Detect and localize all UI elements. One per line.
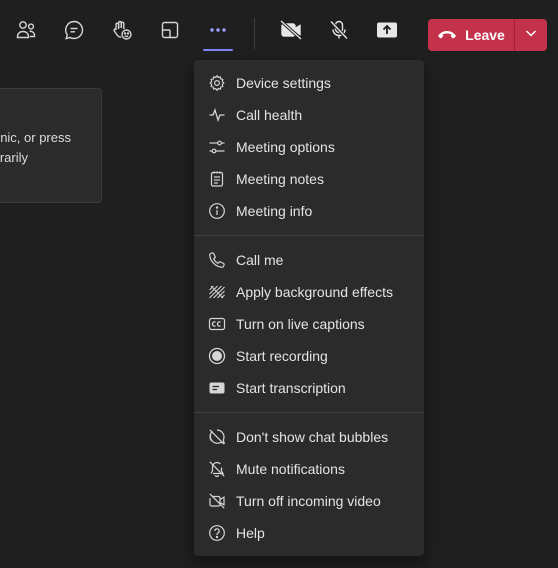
notification-text-line-2: orarily — [0, 150, 28, 165]
record-icon — [208, 347, 226, 365]
menu-item-label: Turn off incoming video — [236, 493, 381, 509]
menu-item-label: Call health — [236, 107, 303, 123]
menu-group-view: Don't show chat bubbles Mute notificatio… — [194, 421, 424, 549]
sliders-icon — [208, 138, 226, 156]
view-button[interactable] — [152, 15, 188, 53]
closed-captions-icon — [208, 315, 226, 333]
menu-item-mute-notifications[interactable]: Mute notifications — [194, 453, 424, 485]
share-button[interactable] — [369, 15, 405, 53]
meeting-toolbar: Leave — [0, 0, 558, 62]
notification-text-line-1: nic, or press — [0, 130, 71, 145]
more-actions-icon — [207, 19, 229, 41]
menu-item-meeting-info[interactable]: Meeting info — [194, 195, 424, 227]
menu-item-label: Mute notifications — [236, 461, 345, 477]
menu-divider — [194, 412, 424, 413]
leave-button-group: Leave — [428, 19, 547, 51]
menu-item-device-settings[interactable]: Device settings — [194, 67, 424, 99]
menu-item-label: Start recording — [236, 348, 328, 364]
menu-item-label: Call me — [236, 252, 284, 268]
share-tray-icon — [375, 19, 399, 41]
gear-icon — [208, 74, 226, 92]
people-icon — [15, 19, 37, 41]
menu-item-background-effects[interactable]: Apply background effects — [194, 276, 424, 308]
menu-item-label: Meeting options — [236, 139, 335, 155]
people-button[interactable] — [8, 15, 44, 53]
menu-item-start-transcription[interactable]: Start transcription — [194, 372, 424, 404]
menu-item-meeting-notes[interactable]: Meeting notes — [194, 163, 424, 195]
more-actions-button[interactable] — [200, 15, 236, 53]
camera-button[interactable] — [273, 15, 309, 53]
mic-off-icon — [328, 19, 350, 41]
phone-icon — [208, 251, 226, 269]
menu-item-live-captions[interactable]: Turn on live captions — [194, 308, 424, 340]
hang-up-icon — [437, 27, 457, 43]
camera-off-icon — [279, 19, 303, 41]
transcription-icon — [208, 379, 226, 397]
menu-item-chat-bubbles[interactable]: Don't show chat bubbles — [194, 421, 424, 453]
menu-group-meeting: Device settings Call health Meeting opti… — [194, 67, 424, 227]
view-icon — [159, 19, 181, 41]
meeting-window: Leave nic, or press orarily — [0, 0, 558, 568]
menu-item-label: Start transcription — [236, 380, 346, 396]
microphone-button[interactable] — [321, 15, 357, 53]
menu-item-label: Help — [236, 525, 265, 541]
menu-item-label: Don't show chat bubbles — [236, 429, 389, 445]
menu-item-meeting-options[interactable]: Meeting options — [194, 131, 424, 163]
reactions-button[interactable] — [104, 15, 140, 53]
pulse-icon — [208, 106, 226, 124]
menu-item-label: Device settings — [236, 75, 331, 91]
menu-item-label: Apply background effects — [236, 284, 393, 300]
menu-item-incoming-video[interactable]: Turn off incoming video — [194, 485, 424, 517]
leave-button[interactable]: Leave — [428, 19, 514, 51]
menu-item-call-me[interactable]: Call me — [194, 244, 424, 276]
raise-hand-icon — [111, 19, 133, 41]
menu-item-label: Meeting info — [236, 203, 313, 219]
menu-item-label: Turn on live captions — [236, 316, 365, 332]
toolbar-divider — [254, 18, 255, 50]
mic-notification-card: nic, or press orarily — [0, 88, 102, 203]
help-icon — [208, 524, 226, 542]
info-icon — [208, 202, 226, 220]
notes-icon — [208, 170, 226, 188]
background-effects-icon — [208, 283, 226, 301]
leave-label: Leave — [465, 27, 505, 43]
chat-icon — [63, 19, 85, 41]
menu-item-help[interactable]: Help — [194, 517, 424, 549]
chevron-down-icon — [524, 26, 538, 45]
more-actions-menu: Device settings Call health Meeting opti… — [194, 60, 424, 556]
menu-item-call-health[interactable]: Call health — [194, 99, 424, 131]
chat-button[interactable] — [56, 15, 92, 53]
bell-off-icon — [208, 460, 226, 478]
chat-bubbles-off-icon — [208, 428, 226, 446]
menu-item-label: Meeting notes — [236, 171, 324, 187]
menu-item-start-recording[interactable]: Start recording — [194, 340, 424, 372]
menu-group-call: Call me Apply background effects Turn on… — [194, 244, 424, 404]
menu-divider — [194, 235, 424, 236]
leave-options-button[interactable] — [515, 19, 547, 51]
video-off-icon — [208, 492, 226, 510]
